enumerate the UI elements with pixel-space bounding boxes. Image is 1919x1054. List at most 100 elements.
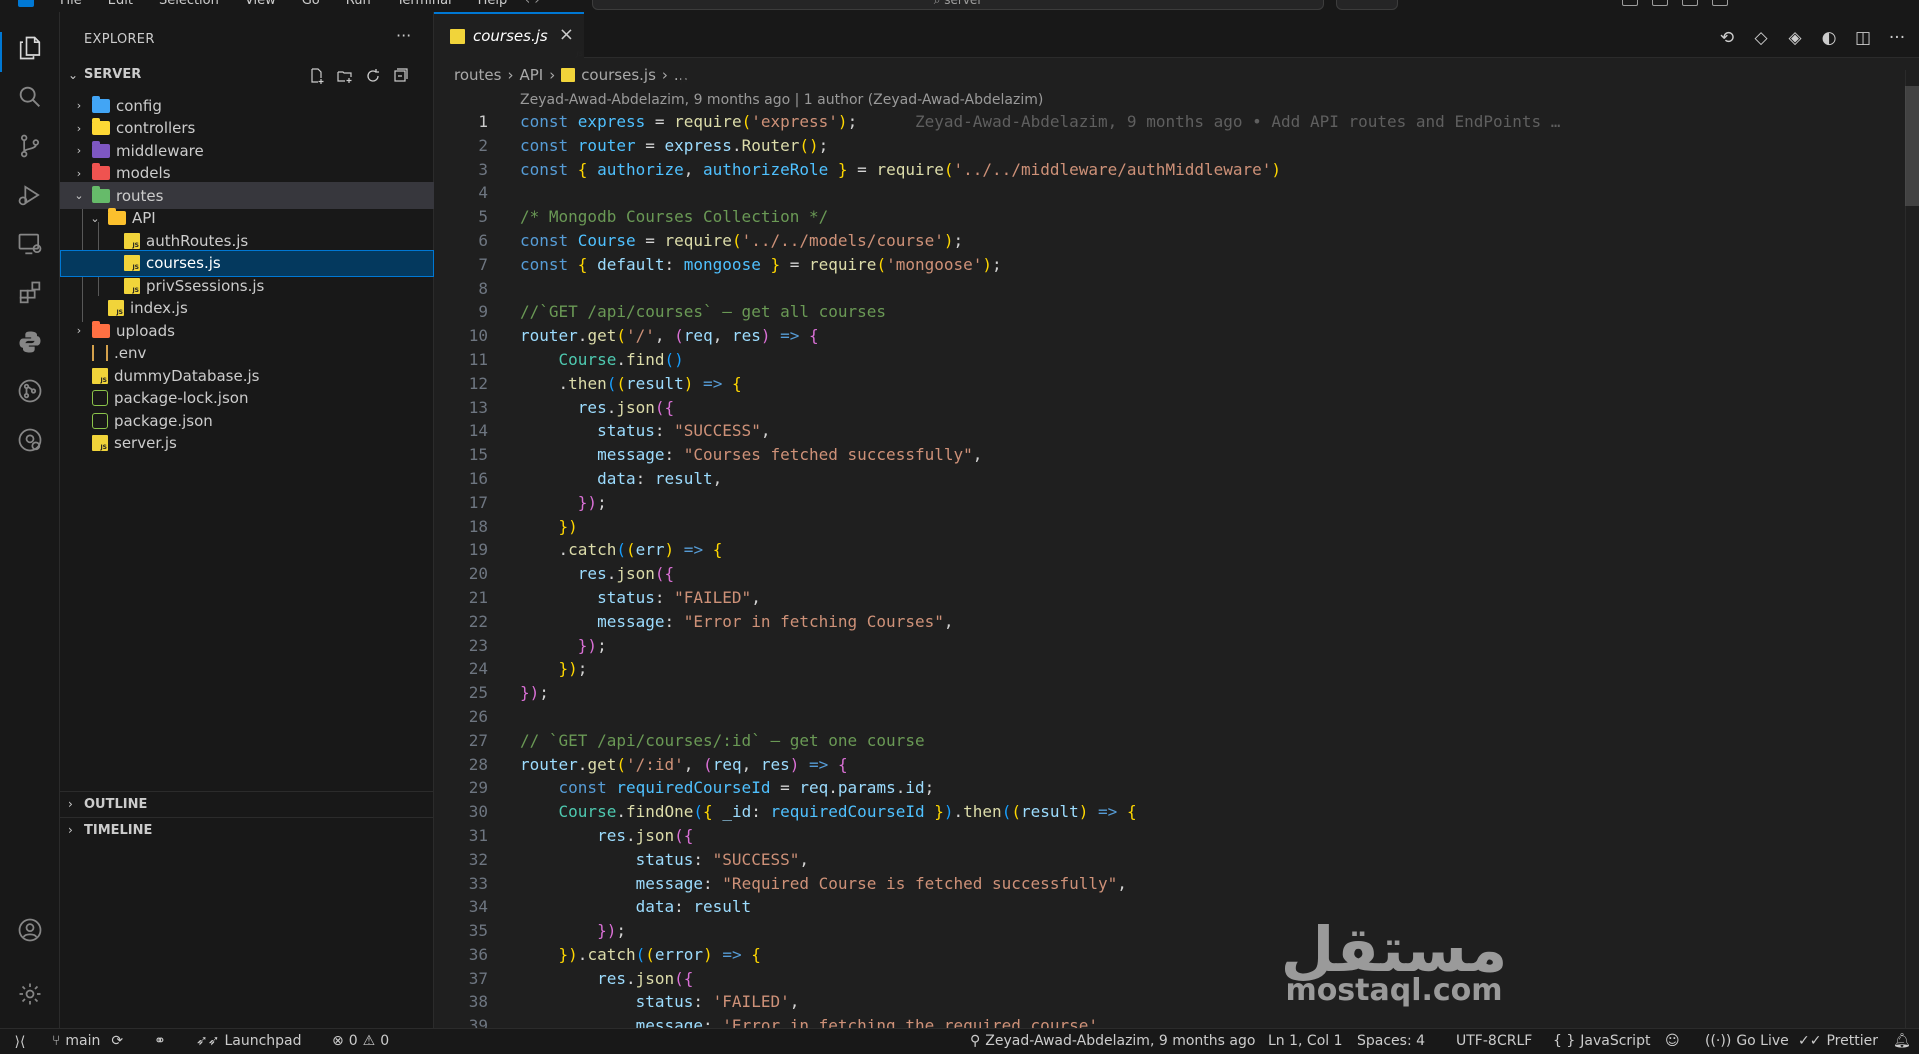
code-line[interactable]: 2 const router = express.Router(); [434, 134, 1899, 158]
code-editor[interactable]: 1 const express = require('express'); Zey… [434, 110, 1899, 1038]
code-line[interactable]: 29 const requiredCourseId = req.params.i… [434, 776, 1899, 800]
code-line[interactable]: 1 const express = require('express'); Zey… [434, 110, 1899, 134]
collapse-all-icon[interactable] [392, 67, 410, 85]
code-line[interactable]: 27 // `GET /api/courses/:id` — get one co… [434, 729, 1899, 753]
search-icon[interactable] [14, 81, 46, 113]
scrollbar-thumb[interactable] [1905, 86, 1919, 206]
toggle-secondary-sidebar-icon[interactable] [1682, 0, 1698, 6]
breadcrumb-file[interactable]: courses.js [581, 66, 656, 84]
code-line[interactable]: 28 router.get('/:id', (req, res) => { [434, 753, 1899, 777]
extensions-icon[interactable] [14, 277, 46, 309]
code-line[interactable]: 31 res.json({ [434, 824, 1899, 848]
menu-file[interactable]: File [60, 0, 82, 9]
menu-view[interactable]: View [245, 0, 276, 9]
code-line[interactable]: 23 }); [434, 634, 1899, 658]
code-line[interactable]: 35 }); [434, 919, 1899, 943]
code-line[interactable]: 10 router.get('/', (req, res) => { [434, 324, 1899, 348]
remote-explorer-icon[interactable] [14, 228, 46, 260]
gitlens-inspect-icon[interactable]: ◐ [1819, 28, 1839, 48]
encoding[interactable]: UTF-8 [1456, 1033, 1497, 1049]
code-line[interactable]: 4 [434, 181, 1899, 205]
python-icon[interactable] [14, 326, 46, 358]
code-line[interactable]: 25}); [434, 681, 1899, 705]
code-line[interactable]: 5 /* Mongodb Courses Collection */ [434, 205, 1899, 229]
code-line[interactable]: 7 const { default: mongoose } = require('… [434, 253, 1899, 277]
code-line[interactable]: 33 message: "Required Course is fetched … [434, 872, 1899, 896]
code-line[interactable]: 6 const Course = require('../../models/co… [434, 229, 1899, 253]
more-actions-icon[interactable]: ··· [396, 26, 411, 45]
customize-layout-icon[interactable] [1712, 0, 1728, 6]
code-line[interactable]: 8 [434, 277, 1899, 301]
menu-terminal[interactable]: Terminal [397, 0, 452, 9]
inline-blame[interactable]: Zeyad-Awad-Abdelazim, 9 months ago • Add… [857, 112, 1560, 131]
open-changes-icon[interactable]: ⟲ [1717, 28, 1737, 48]
code-line[interactable]: 30 Course.findOne({ _id: requiredCourseI… [434, 800, 1899, 824]
cursor-position[interactable]: Ln 1, Col 1 [1268, 1033, 1343, 1049]
accounts-icon[interactable] [14, 914, 46, 946]
explorer-icon[interactable] [14, 32, 46, 64]
toggle-panel-icon[interactable] [1652, 0, 1668, 6]
blame-status[interactable]: ⚲ Zeyad-Awad-Abdelazim, 9 months ago [970, 1033, 1255, 1049]
toggle-sidebar-icon[interactable] [1622, 0, 1638, 6]
more-actions-icon[interactable]: ··· [1887, 28, 1907, 48]
code-line[interactable]: 9 //`GET /api/courses` — get all courses [434, 300, 1899, 324]
menu-help[interactable]: Help [478, 0, 508, 9]
code-line[interactable]: 36 }).catch((error) => { [434, 943, 1899, 967]
code-line[interactable]: 16 data: result, [434, 467, 1899, 491]
tree-file[interactable]: server.js [60, 430, 434, 457]
copilot-button[interactable] [1336, 0, 1398, 10]
breadcrumb-routes[interactable]: routes [454, 66, 501, 84]
menu-edit[interactable]: Edit [108, 0, 133, 9]
git-graph-icon[interactable] [14, 375, 46, 407]
command-center[interactable]: ⌕ server [592, 0, 1324, 10]
sync-icon[interactable]: ⟳ [111, 1033, 123, 1049]
language-mode[interactable]: { } JavaScript [1553, 1033, 1650, 1049]
menu-selection[interactable]: Selection [159, 0, 219, 9]
code-line[interactable]: 14 status: "SUCCESS", [434, 419, 1899, 443]
new-folder-icon[interactable] [336, 67, 354, 85]
run-debug-icon[interactable] [14, 179, 46, 211]
gitlens-icon[interactable] [14, 424, 46, 456]
launchpad-item[interactable]: ➶➶ Launchpad [196, 1033, 302, 1049]
code-line[interactable]: 20 res.json({ [434, 562, 1899, 586]
branch-indicator[interactable]: ⑂ main ⟳ [52, 1033, 123, 1049]
tab-courses-js[interactable]: courses.js × [434, 12, 584, 58]
previous-commit-icon[interactable]: ◇ [1751, 28, 1771, 48]
next-commit-icon[interactable]: ◈ [1785, 28, 1805, 48]
code-line[interactable]: 15 message: "Courses fetched successfull… [434, 443, 1899, 467]
code-line[interactable]: 3 const { authorize, authorizeRole } = re… [434, 158, 1899, 182]
go-live-button[interactable]: ((·)) Go Live [1705, 1033, 1789, 1049]
prettier-status[interactable]: ✓✓ Prettier [1798, 1033, 1878, 1049]
notifications-bell-icon[interactable]: 🔔︎ [1893, 1033, 1911, 1049]
code-line[interactable]: 22 message: "Error in fetching Courses", [434, 610, 1899, 634]
code-line[interactable]: 11 Course.find() [434, 348, 1899, 372]
code-line[interactable]: 37 res.json({ [434, 967, 1899, 991]
code-line[interactable]: 12 .then((result) => { [434, 372, 1899, 396]
workspace-section-header[interactable]: ⌄ SERVER [60, 64, 434, 88]
code-line[interactable]: 18 }) [434, 515, 1899, 539]
problems-indicator[interactable]: ⊗ 0 ⚠ 0 [332, 1033, 389, 1049]
code-line[interactable]: 32 status: "SUCCESS", [434, 848, 1899, 872]
settings-gear-icon[interactable] [14, 978, 46, 1010]
outline-section-header[interactable]: › OUTLINE [60, 791, 434, 817]
code-line[interactable]: 21 status: "FAILED", [434, 586, 1899, 610]
copilot-status-icon[interactable]: ☺ [1665, 1033, 1680, 1049]
git-graph-status-icon[interactable]: ⚭ [154, 1033, 166, 1049]
new-file-icon[interactable] [308, 67, 326, 85]
timeline-section-header[interactable]: › TIMELINE [60, 817, 434, 843]
code-line[interactable]: 19 .catch((err) => { [434, 538, 1899, 562]
blame-codelens[interactable]: Zeyad-Awad-Abdelazim, 9 months ago | 1 a… [520, 92, 1043, 108]
nav-arrows[interactable]: ‹ › [525, 0, 540, 8]
line-ending[interactable]: CRLF [1497, 1033, 1532, 1049]
code-line[interactable]: 13 res.json({ [434, 396, 1899, 420]
breadcrumb-api[interactable]: API [519, 66, 543, 84]
menu-run[interactable]: Run [346, 0, 371, 9]
split-editor-icon[interactable]: ◫ [1853, 28, 1873, 48]
indentation[interactable]: Spaces: 4 [1357, 1033, 1425, 1049]
code-line[interactable]: 34 data: result [434, 895, 1899, 919]
remote-indicator-icon[interactable]: ⟩⟨ [0, 1029, 40, 1054]
refresh-icon[interactable] [364, 67, 382, 85]
close-icon[interactable]: × [559, 24, 574, 45]
code-line[interactable]: 17 }); [434, 491, 1899, 515]
source-control-icon[interactable] [14, 130, 46, 162]
